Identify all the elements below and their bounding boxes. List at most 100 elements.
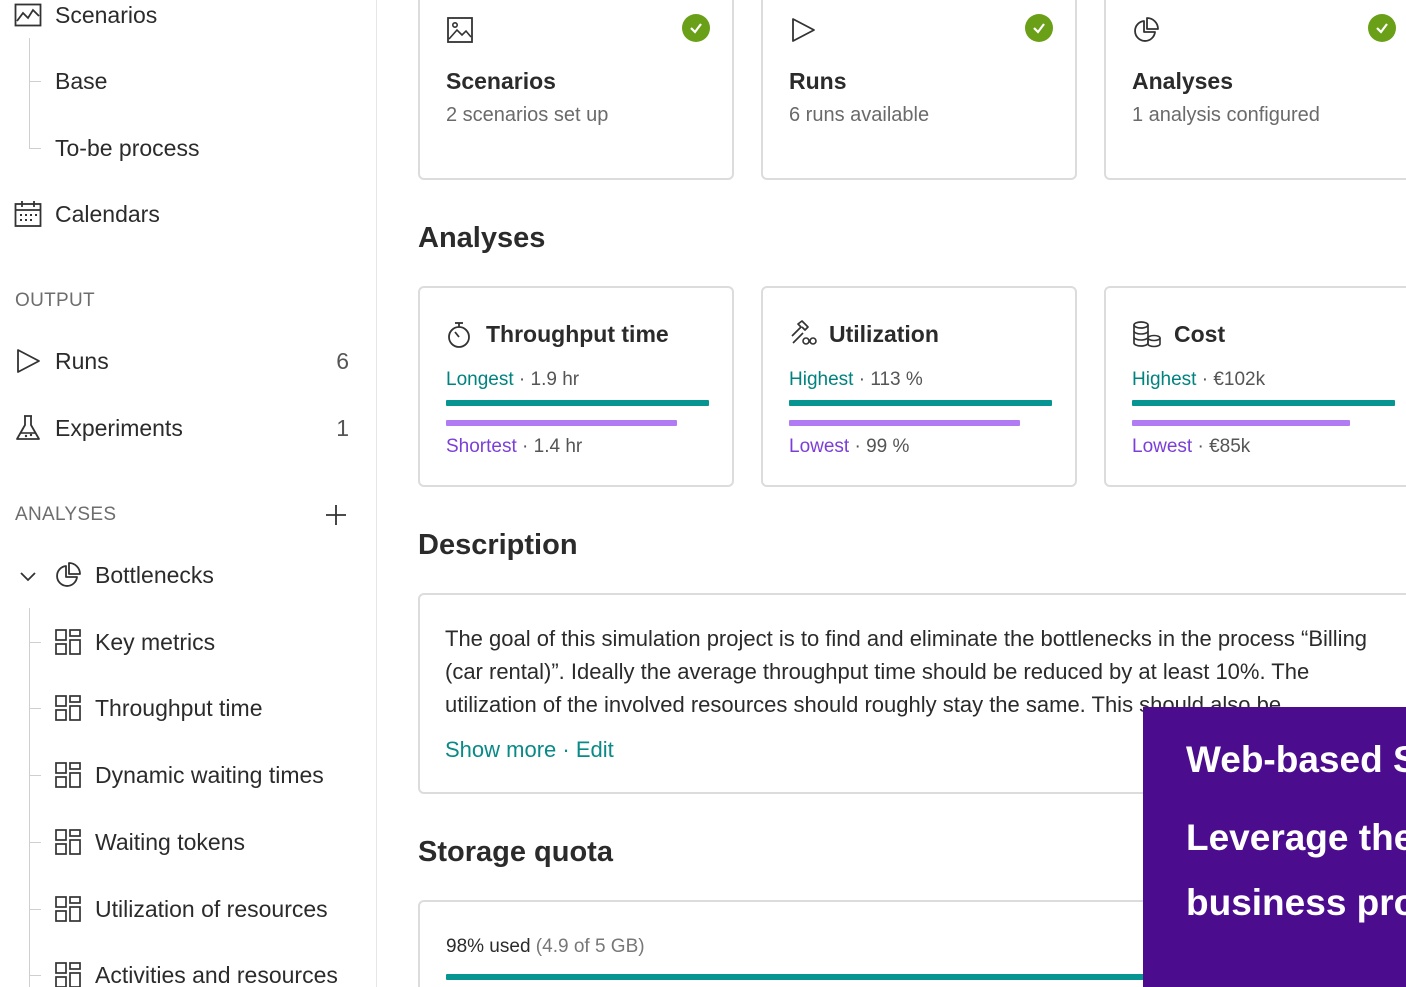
sidebar-item-label: Waiting tokens bbox=[95, 828, 245, 855]
card-subtitle: 2 scenarios set up bbox=[446, 104, 609, 126]
sidebar-item-key-metrics[interactable]: Key metrics bbox=[0, 618, 377, 666]
sidebar-item-label: Experiments bbox=[55, 414, 183, 441]
card-title: Cost bbox=[1174, 321, 1226, 347]
add-analysis-icon[interactable] bbox=[324, 503, 348, 527]
sidebar-item-bottlenecks[interactable]: Bottlenecks bbox=[0, 551, 377, 599]
banner-line: business pro bbox=[1186, 882, 1406, 923]
metric-bar-top bbox=[1132, 400, 1395, 406]
card-subtitle: 6 runs available bbox=[789, 104, 930, 126]
metric-value: 1.4 hr bbox=[533, 436, 583, 457]
summary-card-scenarios[interactable]: Scenarios 2 scenarios set up bbox=[418, 0, 734, 180]
chevron-down-icon[interactable] bbox=[18, 565, 38, 585]
analysis-card-cost[interactable]: Cost Highest · €102k Lowest · €85k bbox=[1104, 286, 1406, 487]
analysis-card-throughput-time[interactable]: Throughput time Longest · 1.9 hr Shortes… bbox=[418, 286, 734, 487]
description-text: The goal of this simulation project is t… bbox=[445, 626, 1368, 717]
storage-used: 98% used bbox=[446, 936, 531, 957]
dashboard-icon bbox=[54, 828, 82, 856]
metric-bar-top bbox=[789, 400, 1052, 406]
sidebar-item-label: Dynamic waiting times bbox=[95, 761, 324, 788]
sidebar-item-waiting-tokens[interactable]: Waiting tokens bbox=[0, 818, 377, 866]
sidebar-item-label: Scenarios bbox=[55, 1, 158, 28]
metric-label: Lowest bbox=[789, 436, 850, 457]
metric-label: Highest bbox=[1132, 369, 1197, 390]
metric-label: Longest bbox=[446, 369, 514, 390]
analysis-card-utilization[interactable]: Utilization Highest · 113 % Lowest · 99 … bbox=[761, 286, 1077, 487]
sidebar-item-label: Calendars bbox=[55, 200, 160, 227]
check-icon bbox=[1368, 14, 1396, 42]
dashboard-icon bbox=[54, 628, 82, 656]
sidebar-item-runs[interactable]: Runs 6 bbox=[0, 337, 377, 385]
section-heading-analyses: ANALYSES bbox=[15, 504, 117, 525]
card-subtitle: 1 analysis configured bbox=[1132, 104, 1320, 126]
metric-bar-bottom bbox=[446, 420, 677, 426]
metric-value: 99 % bbox=[866, 436, 910, 457]
description-actions: Show more · Edit bbox=[445, 737, 614, 763]
sidebar: Scenarios Base To-be process Calendars O… bbox=[0, 0, 377, 987]
sidebar-item-label: Base bbox=[55, 67, 108, 94]
sidebar-item-label: Utilization of resources bbox=[95, 895, 328, 922]
metric-highest[interactable]: Highest · €102k bbox=[1132, 369, 1265, 391]
sidebar-item-scenarios[interactable]: Scenarios bbox=[0, 0, 377, 39]
pie-chart-icon bbox=[1132, 16, 1160, 49]
dashboard-icon bbox=[54, 895, 82, 923]
separator: · bbox=[562, 737, 570, 762]
metric-value: €102k bbox=[1213, 369, 1266, 390]
card-title: Throughput time bbox=[486, 321, 669, 347]
summary-card-analyses[interactable]: Analyses 1 analysis configured bbox=[1104, 0, 1406, 180]
metric-bar-bottom bbox=[789, 420, 1020, 426]
check-icon bbox=[1025, 14, 1053, 42]
metric-bar-top bbox=[446, 400, 709, 406]
check-icon bbox=[682, 14, 710, 42]
show-more-link[interactable]: Show more bbox=[445, 737, 556, 762]
sidebar-item-label: Throughput time bbox=[95, 694, 263, 721]
card-title: Runs bbox=[789, 68, 847, 94]
flask-icon bbox=[14, 414, 42, 442]
storage-detail: (4.9 of 5 GB) bbox=[535, 936, 645, 957]
card-title: Utilization bbox=[829, 321, 939, 347]
calendar-icon bbox=[14, 200, 42, 228]
storage-heading: Storage quota bbox=[418, 836, 613, 868]
dashboard-icon bbox=[54, 961, 82, 987]
image-icon bbox=[446, 16, 474, 49]
metric-lowest[interactable]: Lowest · 99 % bbox=[789, 436, 909, 458]
runs-count: 6 bbox=[336, 347, 349, 374]
metric-label: Shortest bbox=[446, 436, 517, 457]
section-heading-output: OUTPUT bbox=[15, 290, 95, 311]
sidebar-item-experiments[interactable]: Experiments 1 bbox=[0, 404, 377, 452]
chart-area-icon bbox=[14, 1, 42, 29]
metric-lowest[interactable]: Lowest · €85k bbox=[1132, 436, 1250, 458]
sidebar-item-to-be-process[interactable]: To-be process bbox=[0, 124, 377, 172]
card-title: Analyses bbox=[1132, 68, 1234, 94]
edit-link[interactable]: Edit bbox=[576, 737, 614, 762]
description-heading: Description bbox=[418, 529, 578, 561]
pie-chart-icon bbox=[54, 561, 82, 589]
summary-card-runs[interactable]: Runs 6 runs available bbox=[761, 0, 1077, 180]
sidebar-item-throughput-time[interactable]: Throughput time bbox=[0, 684, 377, 732]
sidebar-item-calendars[interactable]: Calendars bbox=[0, 190, 377, 238]
metric-longest[interactable]: Longest · 1.9 hr bbox=[446, 369, 579, 391]
sidebar-item-label: To-be process bbox=[55, 134, 200, 161]
experiments-count: 1 bbox=[336, 414, 349, 441]
card-title: Scenarios bbox=[446, 68, 556, 94]
metric-value: €85k bbox=[1209, 436, 1251, 457]
dashboard-icon bbox=[54, 694, 82, 722]
storage-usage: 98% used (4.9 of 5 GB) bbox=[446, 936, 645, 958]
metric-value: 113 % bbox=[870, 369, 923, 390]
sidebar-item-base[interactable]: Base bbox=[0, 57, 377, 105]
sidebar-item-label: Runs bbox=[55, 347, 109, 374]
sidebar-item-activities-and-resources[interactable]: Activities and resources bbox=[0, 951, 377, 987]
sidebar-item-dynamic-waiting-times[interactable]: Dynamic waiting times bbox=[0, 751, 377, 799]
banner-line: Leverage the bbox=[1186, 817, 1406, 858]
sidebar-item-utilization-of-resources[interactable]: Utilization of resources bbox=[0, 885, 377, 933]
metric-value: 1.9 hr bbox=[530, 369, 580, 390]
sidebar-item-label: Bottlenecks bbox=[95, 561, 214, 588]
stopwatch-icon bbox=[446, 321, 472, 354]
metric-label: Lowest bbox=[1132, 436, 1193, 457]
coins-icon bbox=[1132, 321, 1162, 354]
analyses-heading: Analyses bbox=[418, 222, 546, 254]
promo-banner[interactable]: Web-based S Leverage the business pro bbox=[1143, 707, 1406, 987]
metric-shortest[interactable]: Shortest · 1.4 hr bbox=[446, 436, 582, 458]
metric-bar-bottom bbox=[1132, 420, 1350, 426]
sidebar-item-label: Activities and resources bbox=[95, 961, 338, 987]
metric-highest[interactable]: Highest · 113 % bbox=[789, 369, 923, 391]
